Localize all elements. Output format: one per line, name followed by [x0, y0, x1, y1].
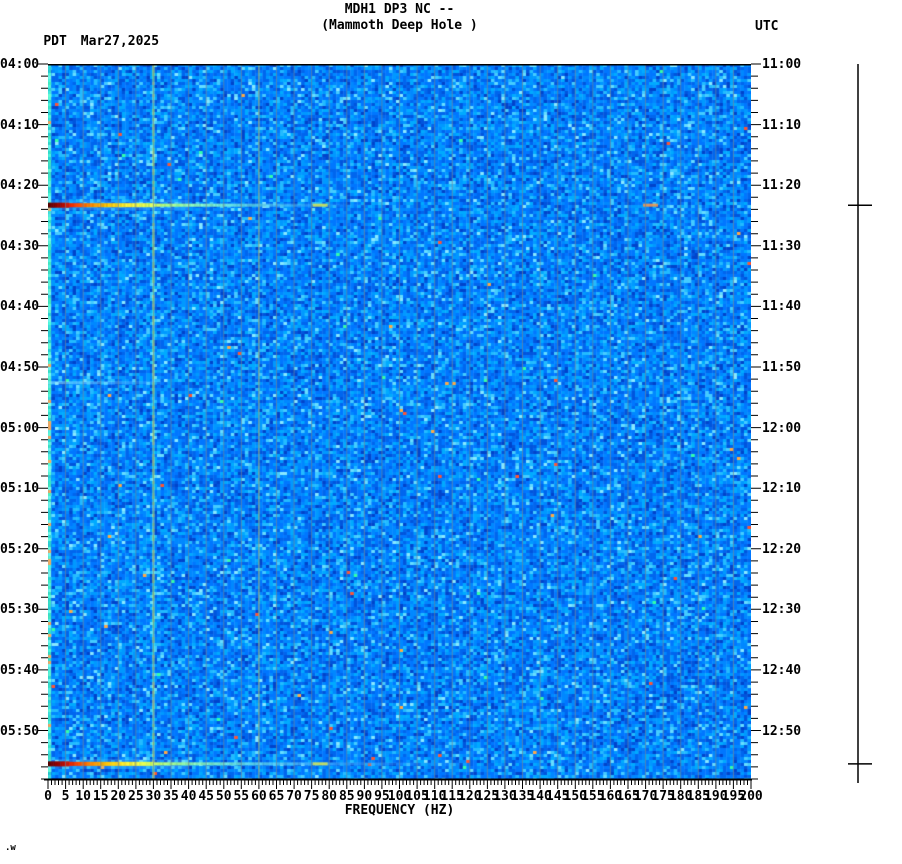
- right-time-label: 11:40: [762, 299, 822, 314]
- right-time-label: 12:50: [762, 724, 822, 739]
- right-time-label: 11:20: [762, 178, 822, 193]
- right-time-label: 11:30: [762, 239, 822, 254]
- left-time-label: 05:20: [0, 542, 38, 557]
- left-time-label: 04:40: [0, 299, 38, 314]
- left-time-label: 04:10: [0, 118, 38, 133]
- right-time-label: 12:20: [762, 542, 822, 557]
- spectrogram-page: PDT Mar27,2025 MDH1 DP3 NC -- (Mammoth De…: [0, 0, 902, 864]
- left-time-label: 05:00: [0, 421, 38, 436]
- station-subtitle: (Mammoth Deep Hole ): [48, 18, 751, 34]
- left-time-label: 05:30: [0, 602, 38, 617]
- frequency-axis-title: FREQUENCY (HZ): [48, 803, 751, 818]
- station-title: MDH1 DP3 NC --: [48, 2, 751, 18]
- right-time-label: 12:30: [762, 602, 822, 617]
- left-time-label: 05:50: [0, 724, 38, 739]
- spectrogram-heatmap: [48, 64, 751, 779]
- right-time-label: 11:00: [762, 57, 822, 72]
- left-time-label: 04:20: [0, 178, 38, 193]
- right-time-label: 11:10: [762, 118, 822, 133]
- right-time-label: 12:00: [762, 421, 822, 436]
- left-time-label: 05:10: [0, 481, 38, 496]
- right-time-label: 11:50: [762, 360, 822, 375]
- frequency-tick-label: 200: [731, 789, 771, 804]
- left-time-label: 04:30: [0, 239, 38, 254]
- timezone-left-label: PDT: [43, 34, 66, 49]
- header-right: UTC: [755, 19, 778, 34]
- title-block: MDH1 DP3 NC -- (Mammoth Deep Hole ): [48, 2, 751, 34]
- left-time-label: 04:50: [0, 360, 38, 375]
- right-time-label: 12:40: [762, 663, 822, 678]
- corner-note: .w: [5, 843, 16, 853]
- right-time-label: 12:10: [762, 481, 822, 496]
- left-time-label: 05:40: [0, 663, 38, 678]
- date-label: Mar27,2025: [81, 34, 159, 49]
- left-time-label: 04:00: [0, 57, 38, 72]
- timezone-right-label: UTC: [755, 19, 778, 34]
